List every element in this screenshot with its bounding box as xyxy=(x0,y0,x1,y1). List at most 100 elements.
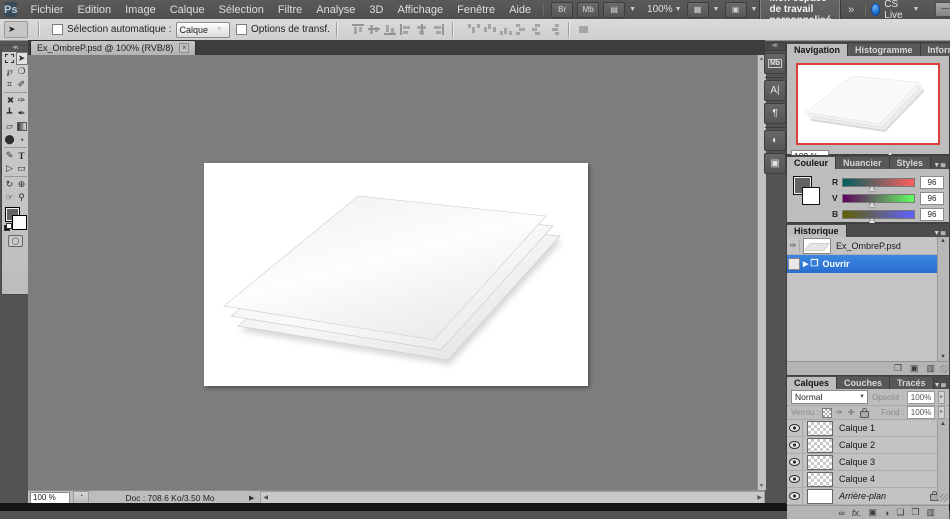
new-group-icon[interactable]: ❏ xyxy=(896,507,904,518)
3d-orbit-tool[interactable]: ⊕ xyxy=(16,178,28,191)
tab-calques[interactable]: Calques xyxy=(787,377,837,389)
lock-transparent-pixels-icon[interactable] xyxy=(822,408,832,418)
layer-name[interactable]: Calque 4 xyxy=(839,474,875,484)
layers-scrollbar[interactable]: ▲ xyxy=(937,420,949,500)
visibility-toggle[interactable] xyxy=(787,437,803,453)
new-snapshot-icon[interactable]: ▣ xyxy=(910,363,919,374)
history-brush-tool[interactable]: ✒ xyxy=(16,107,28,120)
align-bottom-edges-icon[interactable] xyxy=(384,24,396,35)
menu-analyse[interactable]: Analyse xyxy=(309,2,362,18)
3d-rotate-tool[interactable]: ↻ xyxy=(4,178,16,191)
visibility-toggle[interactable] xyxy=(787,420,803,436)
layer-thumbnail[interactable] xyxy=(807,421,833,436)
opacity-arrow-icon[interactable]: ▸ xyxy=(938,391,945,404)
close-tab-icon[interactable]: × xyxy=(179,43,189,53)
screen-mode-button[interactable]: ▣ xyxy=(725,2,747,18)
dodge-tool[interactable]: ◔ xyxy=(16,133,28,146)
distribute-bottom-edges-icon[interactable] xyxy=(500,24,512,35)
layer-name[interactable]: Calque 2 xyxy=(839,440,875,450)
blend-mode-dropdown[interactable]: Normal▼ xyxy=(791,390,868,404)
auto-select-target-dropdown[interactable]: Calque ▼ xyxy=(176,22,230,38)
tab-informations[interactable]: Informations xyxy=(921,44,950,56)
align-right-edges-icon[interactable] xyxy=(432,24,444,35)
layer-thumbnail[interactable] xyxy=(807,455,833,470)
scroll-down-icon[interactable]: ▼ xyxy=(759,483,764,489)
character-panel-icon[interactable]: A| xyxy=(764,80,786,101)
path-selection-tool[interactable]: ▷ xyxy=(4,162,16,175)
scroll-up-icon[interactable]: ▲ xyxy=(940,238,946,244)
eyedropper-tool[interactable]: ✐ xyxy=(16,78,28,91)
quick-mask-button[interactable]: ◯ xyxy=(8,235,23,247)
layer-style-icon[interactable]: fx. xyxy=(852,508,862,518)
auto-align-layers-icon[interactable] xyxy=(578,24,590,35)
zoom-tool[interactable]: ⚲ xyxy=(16,191,28,204)
adjustment-layer-icon[interactable]: ◑ xyxy=(884,508,889,518)
menu-selection[interactable]: Sélection xyxy=(212,2,271,18)
blue-value-field[interactable]: 96 xyxy=(920,208,944,221)
tab-histogramme[interactable]: Histogramme xyxy=(848,44,921,56)
scroll-down-icon[interactable]: ▼ xyxy=(940,354,946,360)
gradient-tool[interactable] xyxy=(16,120,28,133)
chevron-down-icon[interactable]: ▼ xyxy=(629,6,636,13)
panel-resize-grip[interactable] xyxy=(940,365,948,373)
red-value-field[interactable]: 96 xyxy=(920,176,944,189)
align-left-edges-icon[interactable] xyxy=(400,24,412,35)
shape-tool[interactable]: ▭ xyxy=(16,162,28,175)
distribute-left-edges-icon[interactable] xyxy=(516,24,528,35)
current-tool-preset[interactable]: ➤▾ xyxy=(4,21,28,38)
history-state-row[interactable]: ▶ ❐ Ouvrir xyxy=(787,255,949,273)
masks-panel-icon[interactable]: ▣ xyxy=(764,153,786,174)
layer-thumbnail[interactable] xyxy=(807,472,833,487)
layer-name[interactable]: Calque 1 xyxy=(839,423,875,433)
panel-resize-grip[interactable] xyxy=(940,494,948,502)
mini-bridge-panel-icon[interactable]: Mb xyxy=(764,53,786,74)
expand-dock-icon[interactable]: ≪ xyxy=(764,42,786,51)
align-vertical-centers-icon[interactable] xyxy=(368,24,380,35)
layer-row-arriere-plan[interactable]: Arrière-plan xyxy=(787,488,949,505)
scroll-up-icon[interactable]: ▲ xyxy=(940,421,946,427)
fill-arrow-icon[interactable]: ▸ xyxy=(938,406,945,419)
tab-styles[interactable]: Styles xyxy=(890,157,932,169)
menu-calque[interactable]: Calque xyxy=(163,2,212,18)
chevron-down-icon[interactable]: ▼ xyxy=(751,6,758,13)
layer-thumbnail[interactable] xyxy=(807,489,833,504)
tab-navigation[interactable]: Navigation xyxy=(787,44,848,56)
delete-state-icon[interactable]: ▥ xyxy=(926,363,935,374)
menu-fenetre[interactable]: Fenêtre xyxy=(450,2,502,18)
minimize-button[interactable]: — xyxy=(935,2,950,17)
distribute-horizontal-centers-icon[interactable] xyxy=(532,24,544,35)
menu-3d[interactable]: 3D xyxy=(362,2,390,18)
document-tab[interactable]: Ex_OmbreP.psd @ 100% (RVB/8) × xyxy=(30,40,196,55)
fill-field[interactable]: 100% xyxy=(907,406,935,419)
opacity-field[interactable]: 100% xyxy=(907,391,935,404)
lock-all-icon[interactable] xyxy=(860,411,869,418)
background-color-swatch[interactable] xyxy=(802,187,820,205)
new-layer-icon[interactable]: ❐ xyxy=(911,507,919,518)
green-slider-thumb[interactable] xyxy=(869,202,875,207)
tab-historique[interactable]: Historique xyxy=(787,225,847,237)
launch-mini-bridge-button[interactable]: Mb xyxy=(577,2,599,18)
status-menu-arrow-icon[interactable]: ▶ xyxy=(249,494,254,502)
menu-image[interactable]: Image xyxy=(118,2,163,18)
pen-tool[interactable]: ✎ xyxy=(4,149,16,162)
panel-menu-icon[interactable]: ▼≣ xyxy=(934,381,950,389)
red-slider[interactable] xyxy=(842,178,915,187)
menu-fichier[interactable]: Fichier xyxy=(23,2,70,18)
chevron-down-icon[interactable]: ▼ xyxy=(675,6,682,13)
distribute-right-edges-icon[interactable] xyxy=(548,24,560,35)
align-horizontal-centers-icon[interactable] xyxy=(416,24,428,35)
tab-couches[interactable]: Couches xyxy=(837,377,890,389)
canvas-area[interactable] xyxy=(28,55,757,490)
eraser-tool[interactable]: ▱ xyxy=(4,120,16,133)
launch-bridge-button[interactable]: Br xyxy=(551,2,573,18)
layer-name[interactable]: Calque 3 xyxy=(839,457,875,467)
hand-tool[interactable]: ☞ xyxy=(4,191,16,204)
panel-menu-icon[interactable]: ▼≣ xyxy=(933,229,949,237)
document-artboard[interactable] xyxy=(204,163,588,386)
visibility-toggle[interactable] xyxy=(787,454,803,470)
history-scrollbar[interactable]: ▲▼ xyxy=(937,237,949,361)
lock-image-pixels-icon[interactable]: ✑ xyxy=(836,408,843,417)
rectangular-marquee-tool[interactable] xyxy=(4,52,16,65)
tab-traces[interactable]: Tracés xyxy=(890,377,934,389)
layer-name[interactable]: Arrière-plan xyxy=(839,491,886,501)
